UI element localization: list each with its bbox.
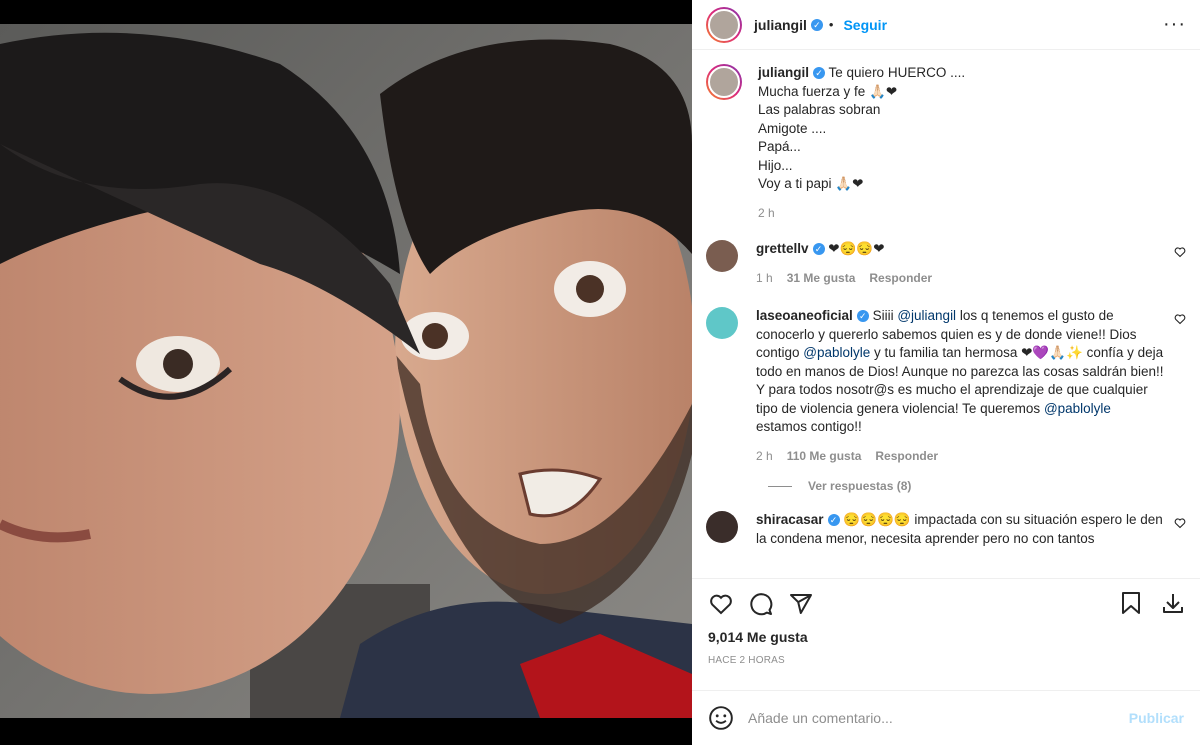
comment-time[interactable]: 2 h [756,447,773,466]
avatar[interactable] [706,240,738,272]
comment-bubble-icon[interactable] [748,591,774,617]
avatar[interactable] [706,6,742,43]
comment-likes[interactable]: 110 Me gusta [787,447,862,466]
more-options-icon[interactable]: ··· [1163,13,1186,36]
like-comment-heart-icon[interactable] [1174,313,1186,328]
reply-button[interactable]: Responder [869,269,932,288]
action-bar-right [1120,591,1184,618]
comment-text: estamos contigo!! [756,419,862,434]
comment-item: shiracasar ✓ 😔😔😔😔 impactada con su situac… [706,511,1186,548]
view-replies-button[interactable]: Ver respuestas (8) [768,479,1186,493]
comment-text: ❤😔😔❤ [828,241,885,256]
caption-line: Papá... [758,139,801,154]
replies-divider [768,485,792,487]
download-icon[interactable] [1162,591,1184,618]
post-header: juliangil ✓ • Seguir ··· [692,0,1200,50]
mention-link[interactable]: @pablolyle [803,345,870,360]
comment-username[interactable]: laseoaneoficial [756,308,853,323]
comment-likes[interactable]: 31 Me gusta [787,269,856,288]
avatar[interactable] [706,511,738,543]
selfie-photo-illustration [0,24,692,718]
view-replies-label: Ver respuestas (8) [808,479,912,493]
like-comment-heart-icon[interactable] [1174,517,1186,532]
verified-badge-icon: ✓ [856,310,869,323]
header-username[interactable]: juliangil [754,17,807,33]
comment-username[interactable]: shiracasar [756,512,824,527]
comment-item: grettellv ✓ ❤😔😔❤ 1 h 31 Me gusta Responde… [706,240,1186,287]
mention-link[interactable]: @juliangil [897,308,956,323]
emoji-icon[interactable] [708,705,734,731]
separator-dot: • [828,17,834,32]
post-modal: juliangil ✓ • Seguir ··· juliangil ✓ Te q… [0,0,1200,745]
caption-username[interactable]: juliangil [758,65,809,80]
caption-line: Amigote .... [758,120,827,136]
comment-text: Siiii [872,308,898,323]
caption-line: Hijo... [758,157,793,173]
add-comment-bar: Añade un comentario... Publicar [692,691,1200,745]
verified-badge-icon: ✓ [827,514,840,527]
caption-line: Te quiero HUERCO .... [828,65,966,80]
caption-time[interactable]: 2 h [758,204,775,223]
comment-input[interactable]: Añade un comentario... [748,710,1129,726]
like-heart-icon[interactable] [708,591,734,617]
caption-line: Mucha fuerza y fe 🙏🏻❤ [758,83,898,99]
likes-count[interactable]: 9,014 Me gusta [692,629,1200,651]
action-bar [692,579,1200,629]
caption: juliangil ✓ Te quiero HUERCO .... Mucha f… [706,64,1186,222]
comment-item: laseoaneoficial ✓ Siiii @juliangil los q … [706,307,1186,465]
comments-list[interactable]: juliangil ✓ Te quiero HUERCO .... Mucha f… [692,50,1200,579]
publish-button[interactable]: Publicar [1129,710,1184,726]
comment-time[interactable]: 1 h [756,269,773,288]
caption-line: Voy a ti papi 🙏🏻❤ [758,176,864,191]
post-sidebar: juliangil ✓ • Seguir ··· juliangil ✓ Te q… [692,0,1200,745]
caption-line: Las palabras sobran [758,102,881,117]
save-bookmark-icon[interactable] [1120,591,1142,618]
verified-badge-icon: ✓ [813,67,826,80]
posted-time[interactable]: HACE 2 HORAS [692,651,1200,691]
avatar[interactable] [706,307,738,339]
follow-button[interactable]: Seguir [843,17,887,33]
comment-username[interactable]: grettellv [756,241,809,256]
verified-badge-icon: ✓ [812,243,825,256]
share-plane-icon[interactable] [788,591,814,617]
post-photo[interactable] [0,24,692,718]
like-comment-heart-icon[interactable] [1174,246,1186,261]
reply-button[interactable]: Responder [875,447,938,466]
avatar[interactable] [706,64,742,100]
verified-badge-icon: ✓ [810,18,823,31]
mention-link[interactable]: @pablolyle [1044,401,1111,416]
